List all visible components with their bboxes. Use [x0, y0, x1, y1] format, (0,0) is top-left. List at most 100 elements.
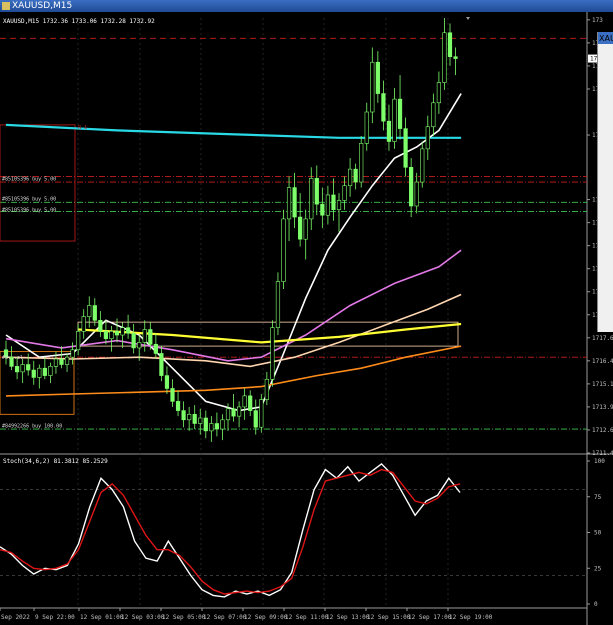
candle-body — [353, 168, 358, 183]
candle-body — [248, 395, 253, 411]
stoch-tick-label: 75 — [594, 494, 602, 501]
candle-body — [442, 32, 447, 83]
order-label: #85105396 buy 5.00 — [2, 197, 56, 203]
candle-body — [403, 128, 408, 168]
candle-body — [164, 375, 170, 389]
order-label: #85105396 buy 5.00 — [2, 176, 56, 182]
candle-body — [148, 329, 153, 345]
candle-body — [292, 187, 297, 218]
candle-body — [98, 319, 103, 332]
time-tick-label: 12 Sep 03:00 — [121, 614, 165, 621]
candle-body — [303, 218, 308, 240]
time-tick-label: 9 Sep 22:00 — [35, 614, 75, 621]
candle-body — [170, 388, 175, 402]
candle-body — [397, 98, 403, 129]
candle-body — [381, 93, 386, 122]
price-tick-label: 1713.9 — [592, 404, 613, 411]
candle-body — [203, 417, 208, 432]
candle-body — [37, 367, 42, 378]
candle-body — [31, 369, 36, 378]
candle-body — [81, 316, 86, 332]
candle-body — [76, 331, 81, 351]
candle-body — [192, 413, 197, 424]
candle-body — [286, 187, 292, 220]
candle-body — [375, 61, 380, 94]
candle-body — [225, 408, 231, 421]
time-tick-label: 12 Sep 11:00 — [285, 614, 329, 621]
time-tick-label: 12 Sep 13:00 — [326, 614, 370, 621]
candle-body — [214, 423, 220, 430]
candle-body — [298, 216, 303, 240]
candle-body — [114, 331, 120, 336]
price-tick-label: 173 — [592, 17, 603, 24]
candle-body — [231, 408, 236, 417]
side-panel-label: XAU — [599, 34, 613, 43]
candle-body — [270, 327, 275, 380]
candle-body — [220, 419, 225, 430]
price-header: XAUUSD,M15 1732.36 1733.06 1732.28 1732.… — [3, 18, 155, 25]
candle-body — [359, 143, 364, 183]
stoch-title: Stoch(34,6,2) 81.3812 85.2529 — [3, 458, 108, 465]
chart-window-title: XAUUSD,M15 — [12, 1, 73, 11]
candle-body — [336, 200, 342, 210]
candle-body — [253, 410, 258, 428]
time-tick-label: 12 Sep 17:00 — [408, 614, 452, 621]
stoch-line-main — [0, 462, 461, 598]
candle-body — [342, 185, 347, 201]
candle-body — [314, 178, 319, 205]
order-label: #84992266 buy 100.00 — [2, 423, 62, 429]
time-axis: Sep 2022 9 Sep 22:00 12 Sep 01:0012 Sep 03… — [0, 608, 493, 621]
price-tick-label: 1717.65 — [592, 335, 613, 342]
candle-body — [137, 342, 142, 349]
candle-body — [320, 203, 325, 216]
price-tick-label: 1716.4 — [592, 358, 613, 365]
side-panel[interactable]: XAU — [597, 32, 613, 332]
candle-body — [153, 343, 158, 354]
candle-body — [15, 366, 20, 373]
candle-body — [447, 32, 453, 58]
candle-body — [414, 181, 419, 207]
candle-body — [392, 98, 397, 142]
candle-body — [259, 399, 264, 428]
candle-body — [126, 327, 131, 334]
candle-body — [53, 358, 59, 367]
candle-body — [425, 126, 430, 150]
candle-body — [242, 395, 247, 408]
order-label: #85105396 buy 5.00 — [2, 208, 56, 214]
stoch-tick-label: 25 — [594, 565, 602, 572]
candle-body — [142, 329, 147, 343]
candle-body — [420, 148, 425, 183]
time-tick-label: Sep 2022 — [1, 614, 30, 621]
candle-body — [109, 331, 114, 340]
price-tick-label: 1712.65 — [592, 427, 613, 434]
chart-title-bar[interactable]: XAUUSD,M15 — [0, 0, 613, 12]
price-tick-label: 1711.4 — [592, 450, 613, 457]
price-tick-label: 1715.15 — [592, 381, 613, 388]
candle-body — [453, 56, 458, 59]
time-tick-label: 12 Sep 01:00 — [80, 614, 124, 621]
terminal-window: XAUUSD,M15 XAUUSD,M15 1732.36 1733.06 17… — [0, 0, 613, 625]
candle-body — [264, 378, 269, 400]
candle-body — [103, 331, 108, 340]
order-label: #8...sl — [2, 355, 23, 361]
time-tick-label: 12 Sep 09:00 — [244, 614, 288, 621]
candle-body — [20, 364, 25, 373]
candle-body — [331, 194, 336, 210]
candle-body — [431, 102, 436, 128]
time-tick-label: 12 Sep 05:00 — [162, 614, 206, 621]
candle-body — [187, 413, 192, 421]
candle-body — [386, 120, 392, 142]
candle-body — [364, 111, 369, 144]
candle-body — [347, 168, 353, 187]
candle-body — [436, 82, 442, 104]
time-tick-label: 12 Sep 07:00 — [203, 614, 247, 621]
candle-body — [237, 406, 242, 417]
price-chart[interactable]: XAUUSD,M15 1732.36 1733.06 1732.28 1732.… — [0, 12, 613, 625]
candle-body — [175, 401, 181, 411]
candle-body — [70, 349, 75, 358]
candle-body — [275, 281, 281, 328]
candle-body — [159, 353, 164, 376]
candle-body — [309, 178, 314, 220]
stoch-series — [0, 462, 461, 598]
candle-body — [48, 366, 53, 376]
